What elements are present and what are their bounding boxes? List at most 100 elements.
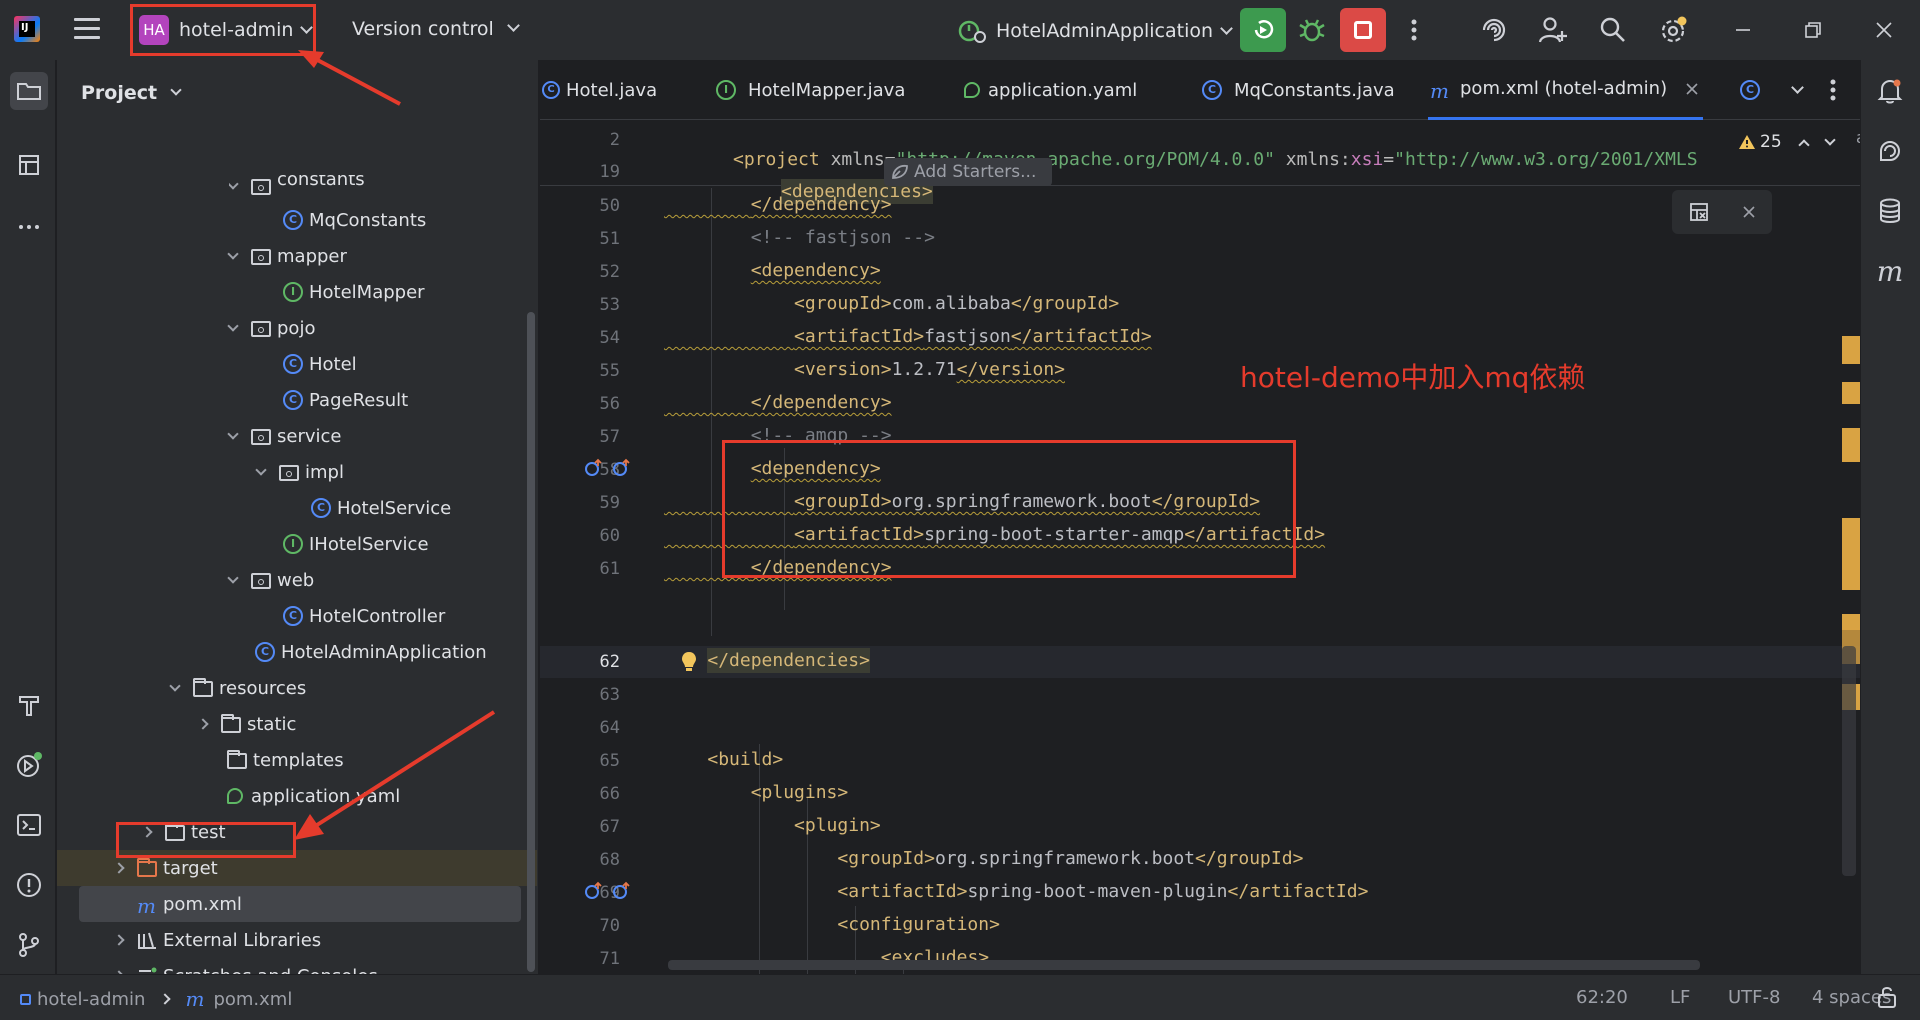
line-number: 57: [599, 427, 620, 447]
main-menu-icon[interactable]: [74, 18, 100, 40]
inspection-widget[interactable]: 25: [1738, 132, 1836, 152]
line-separator[interactable]: LF: [1670, 987, 1690, 1008]
error-stripe-mark[interactable]: [1842, 518, 1860, 590]
notifications-bell-icon[interactable]: [1871, 72, 1909, 110]
build-hammer-icon[interactable]: [10, 686, 48, 724]
gutter-markers[interactable]: [584, 881, 632, 901]
tree-item-service[interactable]: service: [227, 418, 341, 454]
tree-item-hotelcontroller[interactable]: C HotelController: [283, 598, 445, 634]
expand-arrow-icon: [255, 463, 267, 476]
tab-hotel-java[interactable]: C Hotel.java: [540, 60, 657, 120]
tab-application-yaml[interactable]: application.yaml: [964, 60, 1137, 120]
database-icon[interactable]: [1871, 192, 1909, 230]
overrides-icon[interactable]: [584, 458, 604, 478]
close-popup-icon[interactable]: [1742, 205, 1756, 219]
tree-item-impl[interactable]: impl: [255, 454, 344, 490]
project-scrollbar[interactable]: [527, 312, 535, 972]
left-tool-window-strip: [0, 60, 56, 974]
tree-item-pojo[interactable]: pojo: [227, 310, 315, 346]
tree-item-web[interactable]: web: [227, 562, 314, 598]
reader-mode-popup: [1672, 190, 1772, 234]
tree-item-pageresult[interactable]: C PageResult: [283, 382, 408, 418]
project-view-selector[interactable]: Project: [81, 82, 182, 104]
tab-label: MqConstants.java: [1234, 79, 1395, 101]
add-starters-label: Add Starters...: [914, 162, 1037, 182]
project-tool-folder-icon[interactable]: [10, 72, 48, 110]
editor-vertical-scrollbar[interactable]: [1842, 646, 1856, 876]
tree-item-mapper[interactable]: mapper: [227, 238, 347, 274]
chevron-down-icon: [300, 21, 314, 34]
code-line: <version>1.2.71</version>: [794, 359, 1065, 380]
overrides-icon[interactable]: [584, 881, 604, 901]
close-tab-icon[interactable]: [1685, 82, 1699, 96]
services-icon[interactable]: [10, 746, 48, 784]
minimize-window-icon[interactable]: [1727, 14, 1759, 46]
ai-chat-icon[interactable]: [1871, 132, 1909, 170]
warning-icon: [1739, 135, 1755, 149]
close-window-icon[interactable]: [1868, 14, 1900, 46]
tree-item-constants[interactable]: constants: [229, 175, 365, 197]
restore-window-icon[interactable]: [1797, 14, 1829, 46]
project-switcher[interactable]: HA hotel-admin: [130, 4, 316, 56]
debug-button[interactable]: [1296, 14, 1328, 46]
line-number: 66: [599, 784, 620, 804]
tree-item-hotelmapper[interactable]: I HotelMapper: [283, 274, 425, 310]
version-control-menu[interactable]: Version control: [352, 18, 520, 40]
tab-list-dropdown[interactable]: [1784, 60, 1804, 120]
class-icon: C: [283, 354, 303, 374]
structure-icon[interactable]: [10, 146, 48, 184]
run-configuration-selector[interactable]: HotelAdminApplication: [958, 18, 1233, 44]
tree-item-hotelservice[interactable]: C HotelService: [311, 490, 451, 526]
error-stripe-mark[interactable]: [1842, 428, 1860, 462]
tree-item-resources[interactable]: resources: [169, 670, 306, 706]
git-branch-icon[interactable]: [10, 926, 48, 964]
tab-overflow[interactable]: C: [1740, 60, 1766, 120]
tree-item-label: pom.xml: [163, 893, 242, 915]
tree-item-ihotelservice[interactable]: I IHotelService: [283, 526, 429, 562]
more-tools-icon[interactable]: [10, 208, 48, 246]
tree-item-pom-xml[interactable]: m pom.xml: [79, 886, 521, 922]
tree-item-label: External Libraries: [163, 929, 322, 951]
breadcrumb-file[interactable]: pom.xml: [213, 989, 292, 1010]
overrides-icon[interactable]: [612, 458, 632, 478]
maven-tool-icon[interactable]: m: [1871, 252, 1909, 290]
tab-more-icon[interactable]: [1830, 60, 1836, 120]
add-user-icon[interactable]: [1537, 14, 1569, 46]
error-stripe-mark[interactable]: [1842, 336, 1860, 364]
tree-item-static[interactable]: static: [197, 706, 296, 742]
annotation-box-amqp: [722, 440, 1296, 578]
tree-item-hoteladminapplication[interactable]: C HotelAdminApplication: [255, 634, 487, 670]
next-highlight-icon[interactable]: [1823, 134, 1836, 146]
tree-item-mqconstants[interactable]: C MqConstants: [283, 202, 426, 238]
previous-highlight-icon[interactable]: [1797, 139, 1810, 151]
tab-label: Hotel.java: [566, 79, 658, 101]
caret-position[interactable]: 62:20: [1576, 987, 1628, 1008]
editor-horizontal-scrollbar[interactable]: [668, 960, 1700, 970]
settings-gear-icon[interactable]: [1657, 14, 1689, 46]
rerun-button[interactable]: [1240, 8, 1286, 52]
read-only-lock-icon[interactable]: [1876, 985, 1898, 1014]
breadcrumb-project[interactable]: hotel-admin: [37, 989, 145, 1010]
package-icon: [251, 321, 271, 337]
more-actions-icon[interactable]: [1398, 14, 1430, 46]
ai-assistant-icon[interactable]: [1478, 14, 1510, 46]
tab-mqconstants-java[interactable]: C MqConstants.java: [1202, 60, 1395, 120]
search-icon[interactable]: [1597, 14, 1629, 46]
terminal-icon[interactable]: [10, 806, 48, 844]
add-starters-button[interactable]: Add Starters...: [884, 158, 1052, 186]
package-icon: [251, 179, 271, 195]
intellij-logo-icon[interactable]: IJ: [14, 16, 40, 42]
file-encoding[interactable]: UTF-8: [1728, 987, 1780, 1008]
tree-item-hotel[interactable]: C Hotel: [283, 346, 357, 382]
stop-button[interactable]: [1340, 8, 1386, 52]
tab-pom-xml[interactable]: m pom.xml (hotel-admin): [1428, 60, 1704, 120]
tree-item-label: impl: [305, 461, 344, 483]
tab-label: pom.xml (hotel-admin): [1460, 78, 1668, 99]
gutter-markers[interactable]: [584, 458, 632, 478]
tree-item-external-libraries[interactable]: External Libraries: [113, 922, 322, 958]
overrides-icon[interactable]: [612, 881, 632, 901]
tab-hotelmapper-java[interactable]: I HotelMapper.java: [716, 60, 905, 120]
reader-mode-icon[interactable]: [1689, 202, 1709, 222]
error-stripe-mark[interactable]: [1842, 382, 1860, 404]
problems-icon[interactable]: [10, 866, 48, 904]
